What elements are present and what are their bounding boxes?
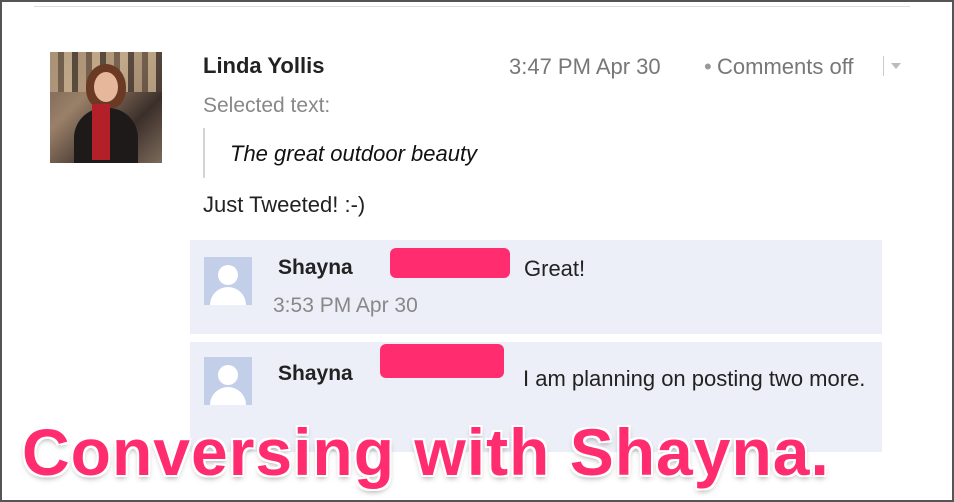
caption-overlay: Conversing with Shayna. bbox=[21, 414, 831, 491]
chevron-down-icon[interactable] bbox=[883, 56, 905, 76]
reply-body: I am planning on posting two more. bbox=[523, 366, 866, 391]
person-icon[interactable] bbox=[204, 257, 252, 305]
reply-timestamp: 3:53 PM Apr 30 bbox=[273, 294, 418, 317]
quote-bar bbox=[203, 128, 205, 178]
comments-status: Comments off bbox=[717, 54, 854, 79]
comment-timestamp: 3:47 PM Apr 30 bbox=[509, 54, 661, 79]
redaction-mark bbox=[390, 248, 510, 278]
person-icon[interactable] bbox=[204, 357, 252, 405]
selected-text-label: Selected text: bbox=[203, 94, 331, 117]
selected-text-quote: The great outdoor beauty bbox=[230, 141, 478, 166]
reply-body: Great! bbox=[524, 256, 586, 281]
comment-body: Just Tweeted! :-) bbox=[203, 192, 366, 217]
reply-author[interactable]: Shayna bbox=[278, 256, 353, 280]
avatar[interactable] bbox=[50, 52, 162, 163]
meta-separator: • bbox=[704, 54, 712, 79]
divider bbox=[34, 6, 910, 7]
comment-author[interactable]: Linda Yollis bbox=[203, 53, 324, 79]
reply-item: Shayna Great! 3:53 PM Apr 30 bbox=[190, 240, 882, 334]
